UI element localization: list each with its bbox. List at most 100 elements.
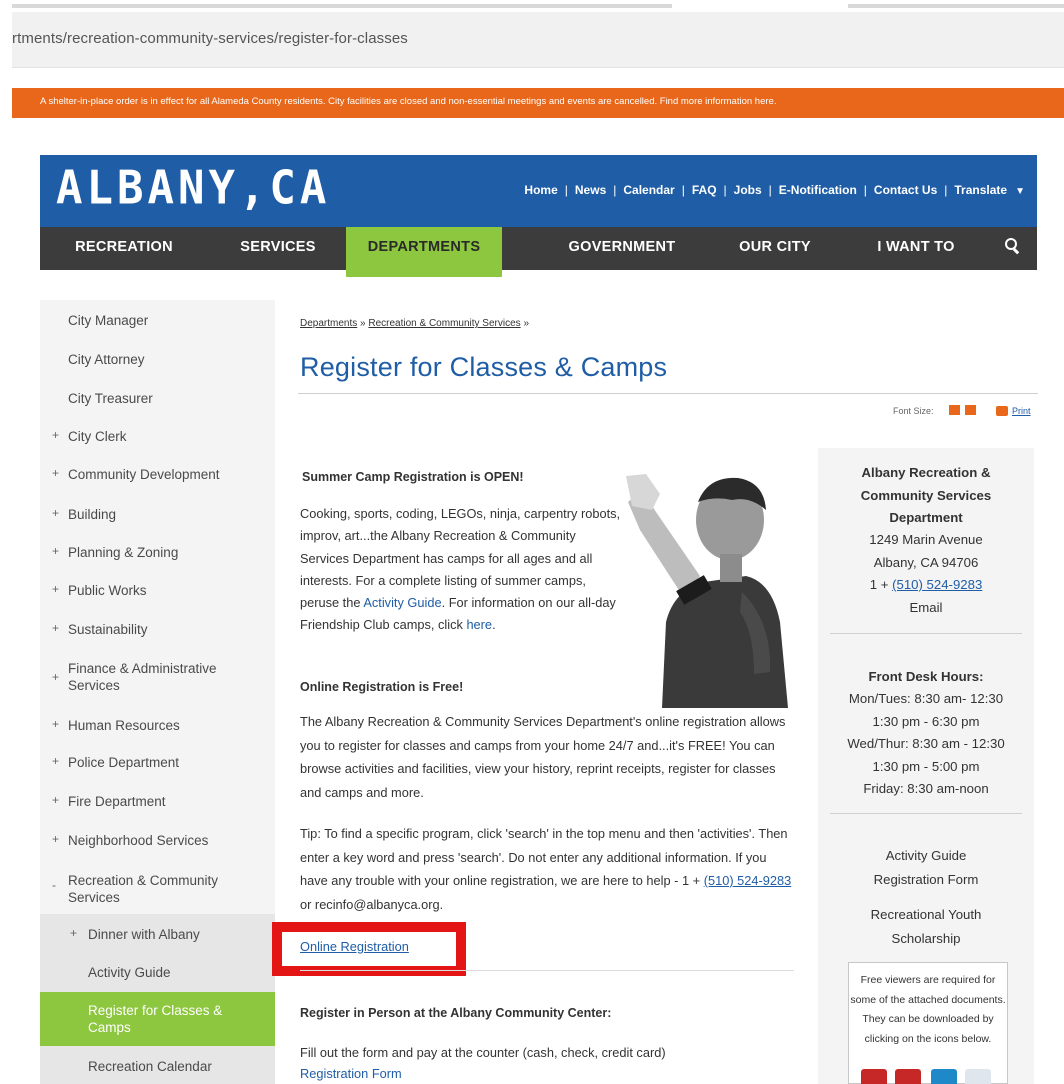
sidebar-item-recreation-community-services[interactable]: - Recreation & Community Services [40, 872, 275, 908]
nav-government[interactable]: GOVERNMENT [538, 227, 706, 270]
breadcrumb-recreation[interactable]: Recreation & Community Services [368, 318, 520, 329]
nav-i-want-to[interactable]: I WANT TO [854, 227, 978, 270]
address-bar-url[interactable]: rtments/recreation-community-services/re… [12, 30, 408, 47]
print-link[interactable]: Print [1012, 406, 1031, 416]
search-icon[interactable] [1005, 238, 1021, 255]
expand-icon[interactable]: + [52, 621, 59, 635]
sidebar-subitem-activity-guide[interactable]: Activity Guide [40, 952, 275, 992]
sidebar-item-public-works[interactable]: + Public Works [40, 582, 275, 604]
expand-icon[interactable]: + [52, 754, 59, 768]
camp-paragraph: Cooking, sports, coding, LEGOs, ninja, c… [300, 503, 624, 637]
sidebar-item-label: Register for Classes & Camps [88, 1003, 223, 1035]
browser-tab[interactable] [848, 4, 1064, 8]
sidebar-item-building[interactable]: + Building [40, 506, 275, 528]
boy-photo [622, 472, 790, 708]
sidebar-item-sustainability[interactable]: + Sustainability [40, 621, 275, 643]
link-calendar[interactable]: Calendar [623, 183, 674, 197]
address-bar[interactable]: rtments/recreation-community-services/re… [12, 12, 1064, 68]
sidebar-item-label: Dinner with Albany [88, 927, 200, 942]
activity-guide-link[interactable]: Activity Guide [363, 595, 441, 610]
media-viewer-icon[interactable] [931, 1069, 957, 1084]
recreational-youth-scholarship-link[interactable]: Recreational Youth Scholarship [818, 903, 1034, 950]
expand-icon[interactable]: + [52, 832, 59, 846]
expand-icon[interactable]: + [52, 717, 59, 731]
separator: | [723, 183, 727, 197]
expand-icon[interactable]: + [70, 926, 77, 940]
sidebar-item-city-treasurer[interactable]: City Treasurer [40, 390, 275, 412]
camp-heading: Summer Camp Registration is OPEN! [302, 470, 524, 484]
hours-line: Wed/Thur: 8:30 am - 12:30 [847, 736, 1005, 751]
breadcrumb-departments[interactable]: Departments [300, 318, 357, 329]
sidebar-subitem-dinner-with-albany[interactable]: + Dinner with Albany [40, 914, 275, 952]
registration-form-link[interactable]: Registration Form [300, 1063, 402, 1084]
link-faq[interactable]: FAQ [692, 183, 717, 197]
expand-icon[interactable]: + [52, 506, 59, 520]
sidebar-item-finance[interactable]: + Finance & Administrative Services [40, 660, 275, 696]
nav-services[interactable]: SERVICES [222, 227, 334, 270]
activity-guide-registration-form-link[interactable]: Activity Guide Registration Form [818, 844, 1034, 891]
link-e-notification[interactable]: E-Notification [779, 183, 857, 197]
caret-down-icon[interactable]: ▼ [1015, 186, 1025, 197]
nav-departments[interactable]: DEPARTMENTS [346, 227, 502, 277]
hours-title: Front Desk Hours: [868, 669, 984, 684]
online-registration-link[interactable]: Online Registration [300, 936, 409, 958]
email-link[interactable]: Email [818, 597, 1034, 620]
link-home[interactable]: Home [524, 183, 557, 197]
in-person-heading: Register in Person at the Albany Communi… [300, 1006, 612, 1020]
divider [830, 633, 1022, 634]
font-decrease-icon[interactable] [965, 405, 976, 415]
sidebar-item-label: City Attorney [68, 352, 145, 367]
sidebar-item-label: Human Resources [68, 718, 180, 733]
expand-icon[interactable]: + [52, 670, 59, 684]
phone-link[interactable]: (510) 524-9283 [892, 577, 982, 592]
sidebar-item-community-development[interactable]: + Community Development [40, 466, 275, 488]
page-title: Register for Classes & Camps [300, 352, 668, 382]
sidebar-item-label: Building [68, 507, 117, 522]
alert-text[interactable]: A shelter-in-place order is in effect fo… [40, 96, 776, 107]
title-divider [298, 393, 1038, 394]
tip-phone-link[interactable]: (510) 524-9283 [704, 873, 792, 888]
breadcrumb-separator: » [360, 318, 366, 329]
sidebar-item-label: Finance & Administrative Services [68, 661, 217, 693]
site-header: ALBANY,CA Home | News | Calendar | FAQ | Jobs | E-… [40, 155, 1037, 227]
site-logo[interactable]: ALBANY,CA [56, 162, 330, 216]
breadcrumb: Departments » Recreation & Community Ser… [300, 318, 529, 329]
sidebar-item-planning-zoning[interactable]: + Planning & Zoning [40, 544, 275, 566]
viewers-notice-text: Free viewers are required for some of th… [850, 974, 1006, 1045]
link-contact-us[interactable]: Contact Us [874, 183, 937, 197]
link-jobs[interactable]: Jobs [734, 183, 762, 197]
nav-recreation[interactable]: RECREATION [52, 227, 196, 270]
hours-line: Mon/Tues: 8:30 am- 12:30 [848, 691, 1004, 706]
expand-icon[interactable]: + [52, 466, 59, 480]
sidebar-item-label: City Manager [68, 313, 149, 328]
sidebar-item-police-department[interactable]: + Police Department [40, 754, 275, 776]
tip-paragraph: Tip: To find a specific program, click '… [300, 822, 792, 916]
here-link[interactable]: here [466, 617, 492, 632]
sidebar-item-human-resources[interactable]: + Human Resources [40, 717, 275, 739]
sidebar-subitem-register-classes[interactable]: Register for Classes & Camps [40, 992, 275, 1046]
nav-our-city[interactable]: OUR CITY [718, 227, 832, 270]
sidebar-item-neighborhood-services[interactable]: + Neighborhood Services [40, 832, 275, 854]
pdf-viewer-icon[interactable] [861, 1069, 887, 1084]
acrobat-viewer-icon[interactable] [895, 1069, 921, 1084]
collapse-icon[interactable]: - [52, 878, 56, 892]
separator: | [768, 183, 772, 197]
expand-icon[interactable]: + [52, 428, 59, 442]
separator: | [613, 183, 617, 197]
sidebar-item-fire-department[interactable]: + Fire Department [40, 793, 275, 815]
sidebar-item-label: Fire Department [68, 794, 166, 809]
sidebar-item-city-clerk[interactable]: + City Clerk [40, 428, 275, 450]
sidebar-subitem-recreation-calendar[interactable]: Recreation Calendar [40, 1046, 275, 1084]
print-icon[interactable] [996, 406, 1008, 416]
link-news[interactable]: News [575, 183, 606, 197]
sidebar-item-city-manager[interactable]: City Manager [40, 312, 275, 334]
department-name: Albany Recreation & Community Services D… [860, 465, 992, 525]
document-viewer-icon[interactable] [965, 1069, 991, 1084]
expand-icon[interactable]: + [52, 793, 59, 807]
font-increase-icon[interactable] [949, 405, 960, 415]
link-translate[interactable]: Translate [954, 183, 1007, 197]
sidebar-item-city-attorney[interactable]: City Attorney [40, 351, 275, 373]
expand-icon[interactable]: + [52, 544, 59, 558]
expand-icon[interactable]: + [52, 582, 59, 596]
browser-tab[interactable] [12, 4, 672, 8]
